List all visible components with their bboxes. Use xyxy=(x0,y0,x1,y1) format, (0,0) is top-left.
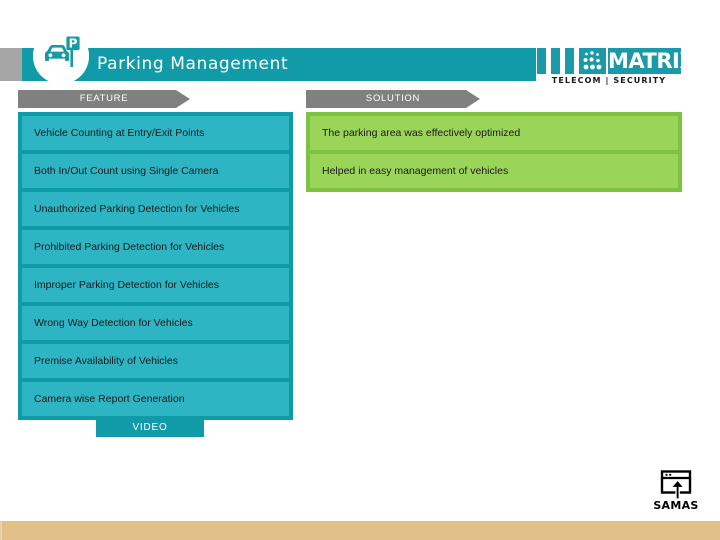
feature-text: Improper Parking Detection for Vehicles xyxy=(34,278,220,291)
feature-text: Premise Availability of Vehicles xyxy=(34,354,178,367)
list-item[interactable]: The parking area was effectively optimiz… xyxy=(310,116,678,150)
matrix-dots-icon xyxy=(579,48,606,74)
list-item[interactable]: Prohibited Parking Detection for Vehicle… xyxy=(22,230,289,264)
feature-text: Wrong Way Detection for Vehicles xyxy=(34,316,193,329)
matrix-logo: MATRIX TELECOM | SECURITY xyxy=(537,45,712,90)
list-item[interactable]: Camera wise Report Generation xyxy=(22,382,289,416)
car-parking-sign-icon: P xyxy=(33,28,89,84)
solution-column-header: SOLUTION xyxy=(306,90,480,108)
feature-text: Both In/Out Count using Single Camera xyxy=(34,164,219,177)
video-button[interactable]: VIDEO xyxy=(96,418,204,437)
list-item[interactable]: Unauthorized Parking Detection for Vehic… xyxy=(22,192,289,226)
solution-text: The parking area was effectively optimiz… xyxy=(322,126,521,139)
matrix-wordmark: MATRIX xyxy=(608,48,681,74)
window-upload-arrow-icon xyxy=(660,470,692,500)
matrix-bar-1 xyxy=(537,48,546,74)
list-item[interactable]: Both In/Out Count using Single Camera xyxy=(22,154,289,188)
feature-text: Prohibited Parking Detection for Vehicle… xyxy=(34,240,225,253)
feature-text: Vehicle Counting at Entry/Exit Points xyxy=(34,126,205,139)
list-item[interactable]: Premise Availability of Vehicles xyxy=(22,344,289,378)
header-gray-tab xyxy=(0,48,22,81)
matrix-tagline: TELECOM | SECURITY xyxy=(551,76,667,85)
samas-logo[interactable]: SAMAS xyxy=(652,470,700,516)
list-item[interactable]: Wrong Way Detection for Vehicles xyxy=(22,306,289,340)
list-item[interactable]: Vehicle Counting at Entry/Exit Points xyxy=(22,116,289,150)
list-item[interactable]: Helped in easy management of vehicles xyxy=(310,154,678,188)
matrix-bar-2 xyxy=(551,48,560,74)
samas-label: SAMAS xyxy=(653,499,699,512)
svg-text:P: P xyxy=(69,36,78,50)
page-title: Parking Management xyxy=(97,54,289,74)
feature-column-header: FEATURE xyxy=(18,90,190,108)
feature-list-panel: Vehicle Counting at Entry/Exit Points Bo… xyxy=(18,112,293,420)
solution-list-panel: The parking area was effectively optimiz… xyxy=(306,112,682,192)
bottom-strip xyxy=(0,521,720,540)
feature-text: Camera wise Report Generation xyxy=(34,392,185,405)
list-item[interactable]: Improper Parking Detection for Vehicles xyxy=(22,268,289,302)
feature-text: Unauthorized Parking Detection for Vehic… xyxy=(34,202,240,215)
matrix-bar-3 xyxy=(565,48,574,74)
solution-text: Helped in easy management of vehicles xyxy=(322,164,509,177)
